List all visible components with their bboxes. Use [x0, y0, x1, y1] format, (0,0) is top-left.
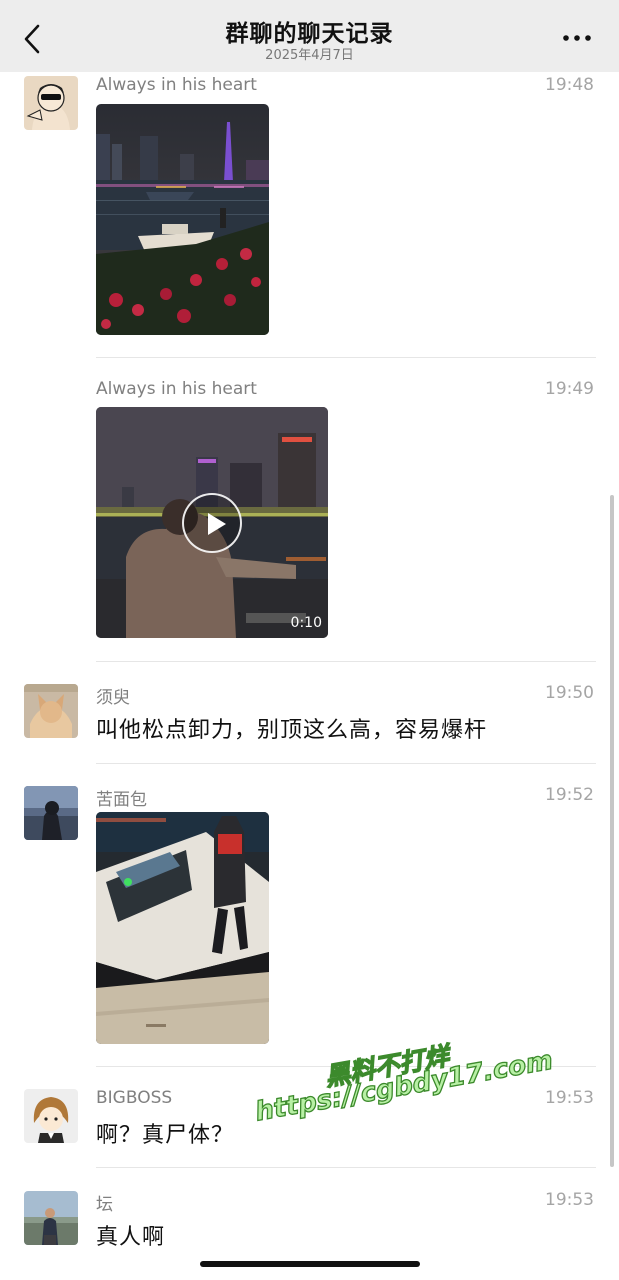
chat-message: 须臾 19:50 叫他松点卸力，别顶这么高，容易爆杆 [0, 680, 619, 770]
message-divider [96, 763, 596, 764]
page-subtitle-date: 2025年4月7日 [265, 48, 354, 63]
more-button[interactable] [558, 28, 598, 48]
sender-name: Always in his heart [96, 75, 257, 95]
sender-name: 坛 [96, 1195, 113, 1215]
message-divider [96, 1167, 596, 1168]
chat-message: Always in his heart 19:49 0:10 [0, 376, 619, 662]
navigation-bar: 群聊的聊天记录 2025年4月7日 [0, 0, 619, 72]
chat-message: 苦面包 19:52 [0, 782, 619, 1072]
sender-name: 苦面包 [96, 790, 147, 810]
play-icon [208, 513, 226, 535]
page-title: 群聊的聊天记录 [225, 21, 394, 47]
message-text: 叫他松点卸力，别顶这么高，容易爆杆 [96, 718, 488, 743]
avatar[interactable] [24, 684, 78, 738]
message-time: 19:50 [545, 683, 594, 703]
message-text: 真人啊 [96, 1225, 166, 1250]
avatar[interactable] [24, 786, 78, 840]
chat-message: Always in his heart 19:48 [0, 72, 619, 362]
image-message[interactable] [96, 812, 269, 1044]
scrollbar[interactable] [610, 495, 614, 1167]
message-divider [96, 357, 596, 358]
avatar[interactable] [24, 1191, 78, 1245]
play-button[interactable] [182, 493, 242, 553]
message-divider [96, 661, 596, 662]
image-message[interactable] [96, 104, 269, 335]
message-time: 19:53 [545, 1190, 594, 1210]
message-time: 19:52 [545, 785, 594, 805]
video-duration: 0:10 [290, 615, 322, 631]
message-time: 19:49 [545, 379, 594, 399]
avatar[interactable] [24, 76, 78, 130]
sender-name: BIGBOSS [96, 1088, 173, 1108]
sender-name: Always in his heart [96, 379, 257, 399]
avatar[interactable] [24, 1089, 78, 1143]
more-horizontal-icon [563, 35, 591, 41]
sender-name: 须臾 [96, 688, 130, 708]
video-message[interactable]: 0:10 [96, 407, 328, 638]
home-indicator [200, 1261, 420, 1267]
message-time: 19:48 [545, 75, 594, 95]
message-time: 19:53 [545, 1088, 594, 1108]
message-text: 啊？真尸体？ [96, 1123, 235, 1148]
chat-message: 坛 19:53 真人啊 [0, 1187, 619, 1257]
